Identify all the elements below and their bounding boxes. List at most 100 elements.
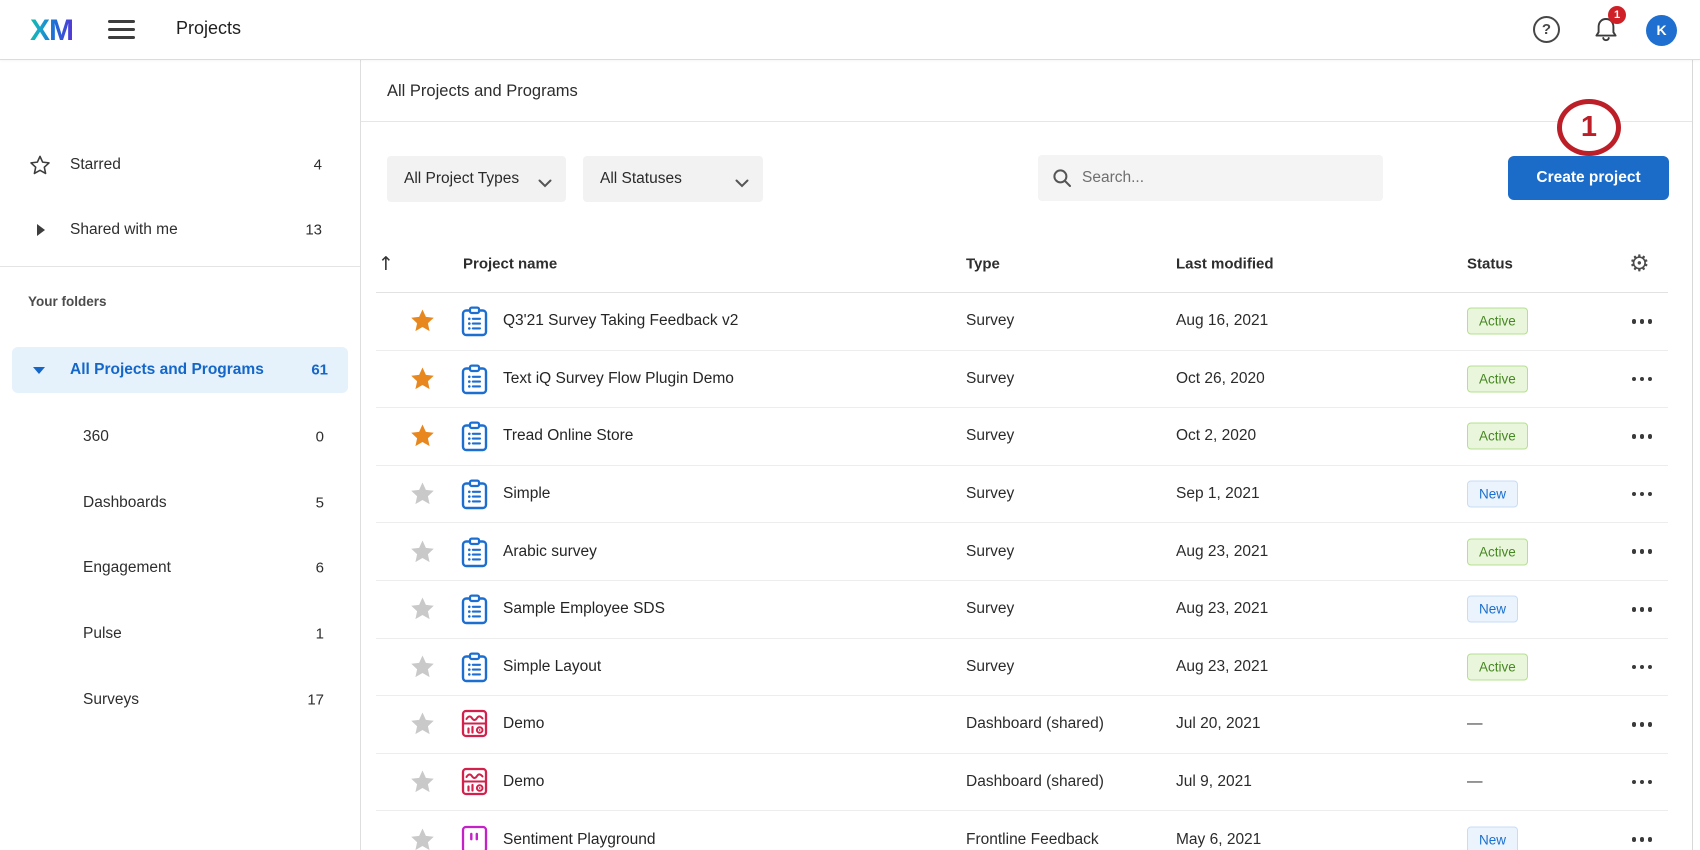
project-type: Frontline Feedback	[966, 831, 1099, 849]
star-filled-icon[interactable]	[409, 365, 437, 393]
status-badge: Active	[1467, 538, 1528, 565]
no-status-dash: —	[1467, 715, 1483, 732]
selected-folder-label: All Projects and Programs	[70, 361, 264, 379]
star-unfilled-icon[interactable]	[409, 595, 437, 623]
search-icon	[1052, 168, 1072, 193]
caret-right-icon	[37, 224, 45, 236]
column-header-type[interactable]: Type	[966, 256, 1000, 273]
folder-count: 6	[316, 560, 324, 577]
create-project-button[interactable]: Create project	[1508, 156, 1669, 200]
project-name[interactable]: Simple	[503, 485, 550, 503]
row-actions-ellipsis-icon[interactable]	[1625, 484, 1659, 504]
status-badge: New	[1467, 596, 1518, 623]
star-unfilled-icon[interactable]	[409, 480, 437, 508]
star-unfilled-icon[interactable]	[409, 826, 437, 850]
last-modified-date: May 6, 2021	[1176, 831, 1261, 849]
sidebar-item-count: 13	[305, 222, 322, 239]
project-name[interactable]: Q3'21 Survey Taking Feedback v2	[503, 312, 738, 330]
selected-folder-count: 61	[311, 362, 328, 379]
column-header-project-name[interactable]: Project name	[463, 256, 557, 273]
table-row[interactable]: Q3'21 Survey Taking Feedback v2SurveyAug…	[376, 293, 1668, 351]
statuses-filter-dropdown[interactable]: All Statuses	[583, 156, 763, 202]
table-row[interactable]: Simple LayoutSurveyAug 23, 2021Active	[376, 639, 1668, 697]
last-modified-date: Aug 23, 2021	[1176, 600, 1268, 618]
star-unfilled-icon[interactable]	[409, 710, 437, 738]
table-settings-gear-icon[interactable]: ⚙	[1629, 251, 1650, 277]
status-cell: New	[1467, 481, 1518, 508]
project-name[interactable]: Arabic survey	[503, 543, 597, 561]
project-name[interactable]: Sentiment Playground	[503, 831, 656, 849]
project-name[interactable]: Demo	[503, 715, 544, 733]
project-type: Dashboard (shared)	[966, 715, 1104, 733]
row-actions-ellipsis-icon[interactable]	[1625, 369, 1659, 389]
your-folders-header: Your folders	[28, 294, 107, 309]
star-filled-icon[interactable]	[409, 422, 437, 450]
table-row[interactable]: Text iQ Survey Flow Plugin DemoSurveyOct…	[376, 351, 1668, 409]
row-actions-ellipsis-icon[interactable]	[1625, 426, 1659, 446]
sidebar-folder-item[interactable]: 3600	[0, 417, 360, 457]
annotation-circle-1: 1	[1557, 99, 1621, 156]
sidebar: Starred 4 Shared with me 13 Your folders…	[0, 60, 361, 850]
project-name[interactable]: Text iQ Survey Flow Plugin Demo	[503, 370, 734, 388]
table-row[interactable]: Sentiment Playground Frontline Feedback Ma…	[376, 811, 1668, 850]
table-row[interactable]: Sample Employee SDSSurveyAug 23, 2021New	[376, 581, 1668, 639]
survey-project-icon	[461, 652, 489, 682]
sort-ascending-icon[interactable]: ↑	[378, 253, 394, 275]
project-type: Dashboard (shared)	[966, 773, 1104, 791]
search-input[interactable]	[1082, 155, 1372, 201]
sidebar-item-label: Starred	[70, 156, 121, 174]
filter-label: All Project Types	[404, 170, 519, 187]
survey-project-icon	[461, 306, 489, 336]
sidebar-folder-item[interactable]: Dashboards5	[0, 483, 360, 523]
help-icon[interactable]: ?	[1533, 16, 1560, 43]
star-unfilled-icon[interactable]	[409, 538, 437, 566]
projects-table: ↑ Project name Type Last modified Status…	[376, 236, 1668, 850]
table-row[interactable]: DemoDashboard (shared)Jul 20, 2021—	[376, 696, 1668, 754]
last-modified-date: Oct 2, 2020	[1176, 427, 1256, 445]
frontline-project-icon	[461, 825, 489, 850]
projects-page: XM Projects ? 1 K Starred 4 Shared with …	[0, 0, 1700, 850]
star-unfilled-icon[interactable]	[409, 653, 437, 681]
row-actions-ellipsis-icon[interactable]	[1625, 542, 1659, 562]
project-name[interactable]: Demo	[503, 773, 544, 791]
star-filled-icon[interactable]	[409, 307, 437, 335]
table-row[interactable]: Arabic surveySurveyAug 23, 2021Active	[376, 523, 1668, 581]
project-name[interactable]: Tread Online Store	[503, 427, 633, 445]
chevron-down-icon	[735, 175, 749, 193]
last-modified-date: Sep 1, 2021	[1176, 485, 1260, 503]
row-actions-ellipsis-icon[interactable]	[1625, 599, 1659, 619]
table-row[interactable]: DemoDashboard (shared)Jul 9, 2021—	[376, 754, 1668, 812]
sidebar-folder-item[interactable]: Engagement6	[0, 548, 360, 588]
row-actions-ellipsis-icon[interactable]	[1625, 830, 1659, 850]
sidebar-item-starred[interactable]: Starred 4	[0, 141, 360, 189]
row-actions-ellipsis-icon[interactable]	[1625, 714, 1659, 734]
page-title: Projects	[176, 18, 241, 39]
star-unfilled-icon[interactable]	[409, 768, 437, 796]
project-types-filter-dropdown[interactable]: All Project Types	[387, 156, 566, 202]
annotation-number: 1	[1581, 111, 1597, 143]
star-outline-icon	[29, 154, 51, 176]
user-avatar[interactable]: K	[1646, 15, 1677, 46]
column-header-last-modified[interactable]: Last modified	[1176, 256, 1274, 273]
column-header-status[interactable]: Status	[1467, 256, 1513, 273]
sidebar-item-all-projects[interactable]: All Projects and Programs 61	[12, 347, 348, 393]
status-badge: Active	[1467, 423, 1528, 450]
survey-project-icon	[461, 537, 489, 567]
project-type: Survey	[966, 543, 1014, 561]
row-actions-ellipsis-icon[interactable]	[1625, 657, 1659, 677]
status-badge: New	[1467, 481, 1518, 508]
sidebar-item-shared-with-me[interactable]: Shared with me 13	[0, 206, 360, 254]
last-modified-date: Aug 16, 2021	[1176, 312, 1268, 330]
sidebar-folder-item[interactable]: Pulse1	[0, 614, 360, 654]
project-name[interactable]: Sample Employee SDS	[503, 600, 665, 618]
row-actions-ellipsis-icon[interactable]	[1625, 772, 1659, 792]
table-header: ↑ Project name Type Last modified Status…	[376, 236, 1668, 293]
sidebar-item-label: Shared with me	[70, 221, 178, 239]
sidebar-folder-item[interactable]: Surveys17	[0, 680, 360, 720]
hamburger-menu-icon[interactable]	[108, 19, 136, 41]
table-row[interactable]: SimpleSurveySep 1, 2021New	[376, 466, 1668, 524]
xm-logo[interactable]: XM	[30, 14, 73, 48]
row-actions-ellipsis-icon[interactable]	[1625, 311, 1659, 331]
project-name[interactable]: Simple Layout	[503, 658, 601, 676]
table-row[interactable]: Tread Online StoreSurveyOct 2, 2020Activ…	[376, 408, 1668, 466]
